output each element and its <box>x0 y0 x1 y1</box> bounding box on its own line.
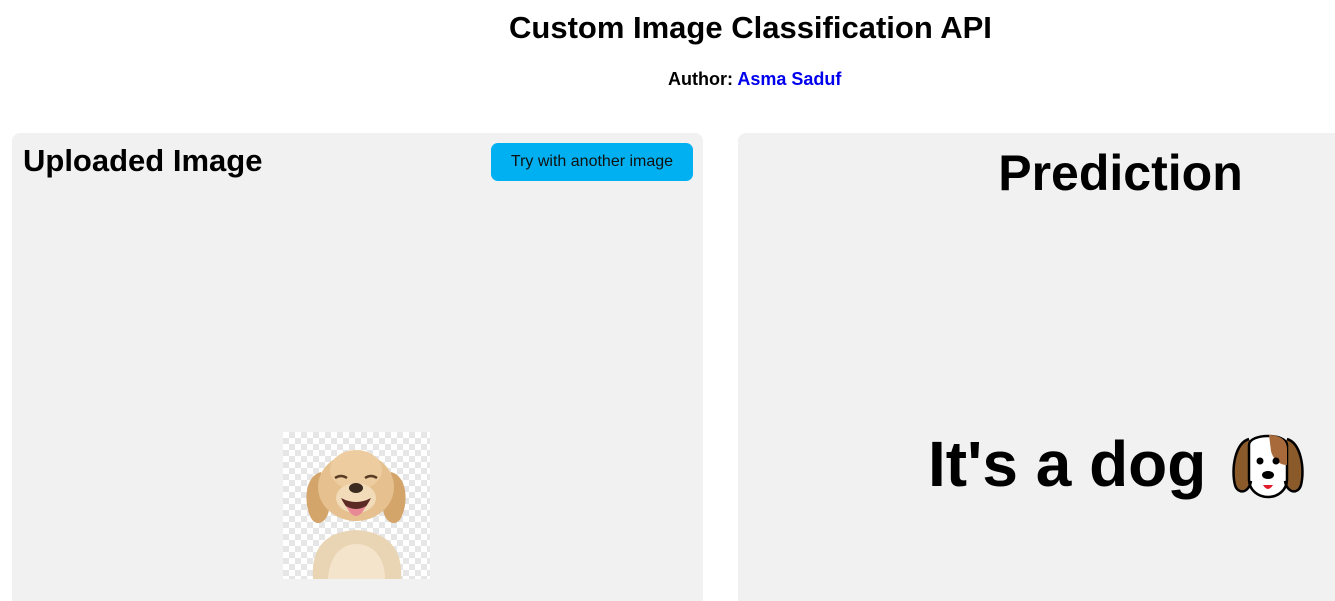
author-label: Author: <box>668 69 733 89</box>
author-line: Author: Asma Saduf <box>668 68 841 90</box>
prediction-result: It's a dog <box>928 428 1207 500</box>
prediction-heading: Prediction <box>998 145 1243 201</box>
uploaded-image-heading: Uploaded Image <box>23 143 263 178</box>
try-another-image-button[interactable]: Try with another image <box>491 143 693 181</box>
dog-face-icon <box>1232 434 1304 499</box>
author-link[interactable]: Asma Saduf <box>737 69 841 89</box>
page-title: Custom Image Classification API <box>509 10 992 45</box>
page-header: Custom Image Classification API Author: … <box>0 0 1335 110</box>
uploaded-image <box>283 432 430 579</box>
uploaded-image-panel: Uploaded Image Try with another image <box>12 133 703 601</box>
prediction-panel: Prediction It's a dog <box>738 133 1335 601</box>
puppy-image <box>306 450 406 579</box>
